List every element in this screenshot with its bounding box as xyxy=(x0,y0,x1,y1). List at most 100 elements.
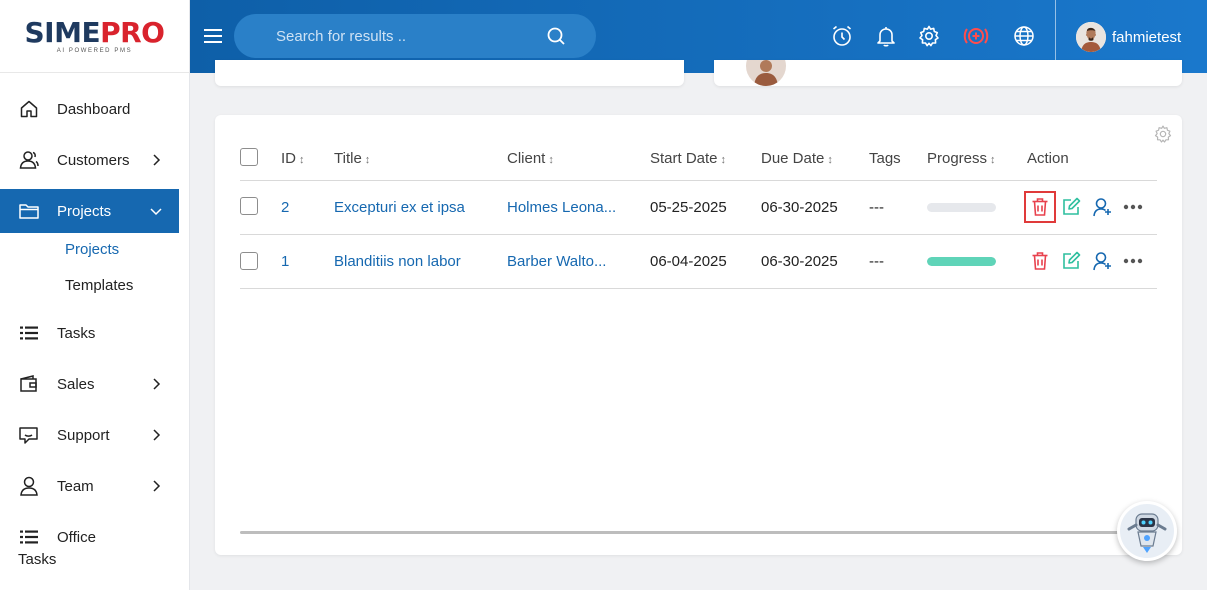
alarm-clock-icon[interactable] xyxy=(830,24,854,48)
column-header-tags: Tags xyxy=(869,150,901,167)
folder-icon xyxy=(18,200,40,222)
project-id[interactable]: 1 xyxy=(281,253,289,270)
sidebar-item-sales[interactable]: Sales xyxy=(0,362,179,406)
column-header-id[interactable]: ID ↕ xyxy=(281,150,305,167)
project-title[interactable]: Excepturi ex et ipsa xyxy=(334,199,465,216)
table-settings-gear-icon[interactable] xyxy=(1153,124,1173,144)
select-all-checkbox[interactable] xyxy=(240,148,258,166)
more-horizontal-icon xyxy=(1123,258,1143,264)
project-due-date: 06-30-2025 xyxy=(761,199,838,216)
search-bar xyxy=(234,14,596,58)
table-header-divider xyxy=(240,180,1157,181)
menu-toggle-icon[interactable] xyxy=(202,25,224,47)
assign-member-button[interactable] xyxy=(1091,250,1113,272)
user-icon xyxy=(1093,252,1111,271)
project-id[interactable]: 2 xyxy=(281,199,289,216)
column-header-progress[interactable]: Progress ↕ xyxy=(927,150,996,167)
row-checkbox[interactable] xyxy=(240,197,258,215)
sidebar-item-tasks[interactable]: Tasks xyxy=(0,311,179,355)
chevron-right-icon xyxy=(150,378,162,390)
robot-icon xyxy=(1120,504,1174,558)
project-client[interactable]: Holmes Leona... xyxy=(507,199,616,216)
row-checkbox[interactable] xyxy=(240,252,258,270)
avatar xyxy=(746,60,786,86)
brand-name-part2: PRO xyxy=(100,15,165,49)
avatar xyxy=(1076,22,1106,52)
user-icon xyxy=(1093,198,1111,217)
assign-member-button[interactable] xyxy=(1091,196,1113,218)
edit-button[interactable] xyxy=(1060,196,1082,218)
chevron-right-icon xyxy=(150,480,162,492)
edit-icon xyxy=(1063,251,1081,269)
delete-button[interactable] xyxy=(1024,191,1056,223)
chevron-down-icon xyxy=(150,205,162,217)
project-tags: --- xyxy=(869,199,884,216)
add-circle-icon[interactable] xyxy=(961,24,991,48)
more-options-button[interactable] xyxy=(1122,250,1144,272)
column-header-title[interactable]: Title ↕ xyxy=(334,150,370,167)
user-name: fahmietest xyxy=(1112,28,1182,46)
edit-icon xyxy=(1063,197,1081,215)
sidebar-item-label: Team xyxy=(57,477,94,495)
user-menu[interactable]: fahmietest xyxy=(1076,22,1181,52)
sidebar-subitem-templates[interactable]: Templates xyxy=(65,277,133,294)
project-client[interactable]: Barber Walto... xyxy=(507,253,606,270)
row-divider xyxy=(240,234,1157,235)
chevron-right-icon xyxy=(150,429,162,441)
sidebar-item-dashboard[interactable]: Dashboard xyxy=(0,87,179,131)
column-header-start-date[interactable]: Start Date ↕ xyxy=(650,150,726,167)
chat-icon xyxy=(18,424,40,446)
ai-assistant-button[interactable] xyxy=(1117,501,1177,561)
sidebar-item-customers[interactable]: Customers xyxy=(0,138,179,182)
sidebar-item-label: Dashboard xyxy=(57,100,131,118)
wallet-icon xyxy=(18,373,40,395)
column-header-due-date[interactable]: Due Date ↕ xyxy=(761,150,833,167)
sidebar-item-label: Customers xyxy=(57,151,130,169)
globe-icon[interactable] xyxy=(1012,24,1036,48)
gear-icon[interactable] xyxy=(917,24,941,48)
column-header-client[interactable]: Client ↕ xyxy=(507,150,554,167)
sidebar-item-support[interactable]: Support xyxy=(0,413,179,457)
sidebar-item-label: Sales xyxy=(57,375,95,393)
home-icon xyxy=(18,98,40,120)
user-icon xyxy=(18,475,40,497)
brand-logo[interactable]: SIMEPRO AI POWERED PMS xyxy=(0,0,189,73)
project-title[interactable]: Blanditiis non labor xyxy=(334,253,461,270)
projects-table-card: ID ↕ Title ↕ Client ↕ Start Date ↕ Due Date ↕… xyxy=(215,115,1182,555)
project-start-date: 05-25-2025 xyxy=(650,199,727,216)
sort-icon: ↕ xyxy=(827,154,833,166)
sort-icon: ↕ xyxy=(364,154,371,166)
brand-name-part1: SIME xyxy=(24,15,101,49)
search-icon[interactable] xyxy=(546,26,566,46)
sidebar-item-projects[interactable]: Projects xyxy=(0,189,179,233)
progress-bar xyxy=(927,203,996,212)
progress-fill xyxy=(927,257,996,266)
sidebar-item-office-tasks[interactable]: Office Tasks xyxy=(0,515,179,568)
brand-tagline: AI POWERED PMS xyxy=(56,47,133,54)
edit-button[interactable] xyxy=(1060,250,1082,272)
horizontal-scrollbar[interactable] xyxy=(240,531,1157,534)
sort-icon: ↕ xyxy=(720,154,727,166)
chevron-right-icon xyxy=(150,154,162,166)
summary-card-left xyxy=(215,60,684,86)
sidebar-item-label: Office Tasks xyxy=(18,529,96,568)
delete-button[interactable] xyxy=(1029,250,1051,272)
sort-icon: ↕ xyxy=(299,154,305,166)
more-options-button[interactable] xyxy=(1122,196,1144,218)
sidebar-item-label: Support xyxy=(57,426,110,444)
row-divider xyxy=(240,288,1157,289)
more-horizontal-icon xyxy=(1123,204,1143,210)
project-tags: --- xyxy=(869,253,884,270)
summary-card-right xyxy=(714,60,1182,86)
sort-icon: ↕ xyxy=(990,154,996,166)
sidebar-item-team[interactable]: Team xyxy=(0,464,179,508)
trash-icon xyxy=(1032,252,1048,270)
sidebar-item-label: Tasks xyxy=(57,324,96,342)
customers-icon xyxy=(18,149,40,171)
bell-icon[interactable] xyxy=(874,24,898,48)
progress-bar xyxy=(927,257,996,266)
sidebar-subitem-projects[interactable]: Projects xyxy=(65,241,119,258)
project-start-date: 06-04-2025 xyxy=(650,253,727,270)
search-input[interactable] xyxy=(234,14,534,58)
sidebar: SIMEPRO AI POWERED PMS Dashboard Custome… xyxy=(0,0,190,590)
